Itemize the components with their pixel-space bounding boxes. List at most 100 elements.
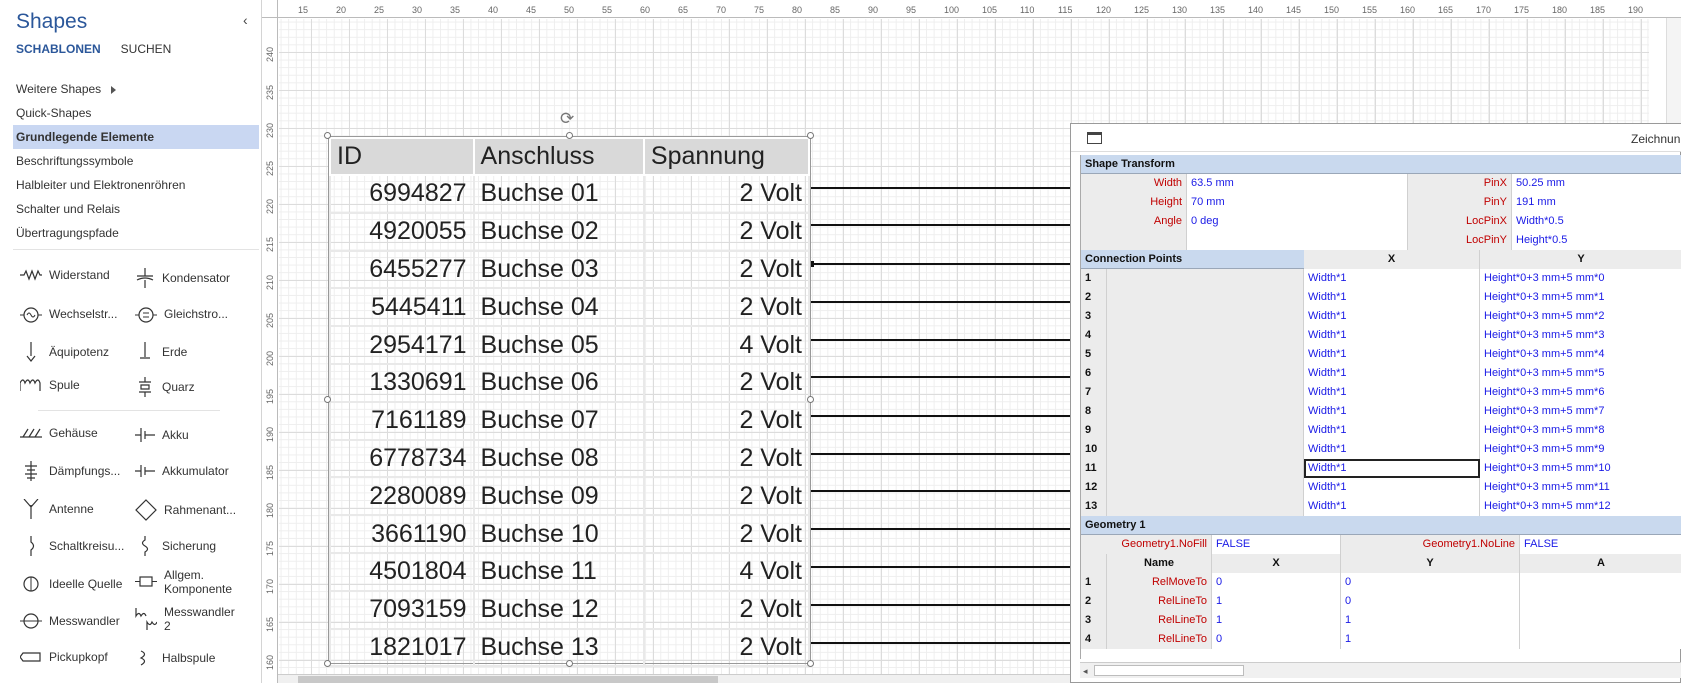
shapesheet-titlebar[interactable]: Zeichnun [1071,124,1681,152]
cell-y[interactable]: Height*0+3 mm+5 mm*3 [1480,326,1681,345]
shape-messwandler[interactable]: Messwandler [20,611,140,631]
cell-x[interactable]: Width*1 [1304,326,1480,345]
shape-kondensator[interactable]: Kondensator [135,268,255,288]
cell-x[interactable]: Width*1 [1304,269,1480,288]
cell-value[interactable]: 191 mm [1512,193,1681,212]
section-geometry-1[interactable]: Geometry 1 [1081,516,1681,535]
col-header-y: Y [1480,250,1681,269]
table-shape[interactable]: ID Anschluss Spannung 6994827 Buchse 01 2 … [328,136,811,668]
stencil-halbleiter[interactable]: Halbleiter und Elektronenröhren [13,173,259,197]
shapesheet-hscrollbar[interactable]: ◂ [1080,662,1681,678]
cell-x[interactable]: 0 [1212,573,1341,592]
cell-value[interactable]: Height*0.5 [1512,231,1681,250]
collapse-panel-icon[interactable]: ‹ [243,12,248,28]
cell-x[interactable]: Width*1 [1304,440,1480,459]
cell-value[interactable]: 50.25 mm [1512,174,1681,193]
stencil-more-shapes[interactable]: Weitere Shapes [13,77,259,101]
selection-handle[interactable] [566,132,573,139]
shape-spule[interactable]: Spule [20,377,140,393]
cell-y[interactable]: Height*0+3 mm+5 mm*1 [1480,288,1681,307]
stencil-grundlegende-elemente[interactable]: Grundlegende Elemente [13,125,259,149]
cell-x[interactable]: 1 [1212,592,1341,611]
shape-gehaeuse[interactable]: Gehäuse [20,425,140,441]
cell-y[interactable]: 1 [1341,611,1520,630]
selection-handle[interactable] [566,660,573,667]
shape-erde[interactable]: Erde [135,342,255,362]
rotate-handle-icon[interactable]: ⟳ [560,109,574,129]
cell-a[interactable] [1520,592,1681,611]
stencil-beschriftungssymbole[interactable]: Beschriftungssymbole [13,149,259,173]
cell-y[interactable]: 0 [1341,592,1520,611]
scroll-left-icon[interactable]: ◂ [1083,666,1088,677]
section-connection-points[interactable]: Connection Points X Y [1081,250,1681,269]
cell-x[interactable]: 1 [1212,611,1341,630]
selection-handle[interactable] [324,660,331,667]
cell-value[interactable]: Width*0.5 [1512,212,1681,231]
quartz-icon [139,377,151,397]
cell-y[interactable]: Height*0+3 mm+5 mm*11 [1480,478,1681,497]
stencil-uebertragungspfade[interactable]: Übertragungspfade [13,221,259,245]
cell-x[interactable]: Width*1 [1304,421,1480,440]
stencil-schalter-relais[interactable]: Schalter und Relais [13,197,259,221]
cell-a[interactable] [1520,630,1681,649]
section-shape-transform[interactable]: Shape Transform [1081,155,1681,174]
cell-y[interactable]: Height*0+3 mm+5 mm*0 [1480,269,1681,288]
cell-x[interactable]: Width*1 [1304,402,1480,421]
scrollbar-thumb[interactable] [1094,665,1244,676]
selection-handle[interactable] [807,660,814,667]
cell-y[interactable]: Height*0+3 mm+5 mm*8 [1480,421,1681,440]
cell-a[interactable] [1520,573,1681,592]
shape-antenne[interactable]: Antenne [20,499,140,519]
cell-x[interactable]: Width*1 [1304,345,1480,364]
shape-gleichstrom[interactable]: Gleichstro... [135,304,255,324]
shape-widerstand[interactable]: Widerstand [20,268,140,282]
cell-x[interactable]: Width*1 [1304,459,1480,478]
shape-akkumulator[interactable]: Akkumulator [135,461,255,481]
shape-schaltkreisunterbrecher[interactable]: Schaltkreisu... [20,536,140,556]
shape-quarz[interactable]: Quarz [135,377,255,397]
stencil-quick-shapes[interactable]: Quick-Shapes [13,101,259,125]
selection-handle[interactable] [324,396,331,403]
cell-y[interactable]: Height*0+3 mm+5 mm*6 [1480,383,1681,402]
shape-sicherung[interactable]: Sicherung [135,536,255,556]
selection-handle[interactable] [324,132,331,139]
cell-value[interactable]: 63.5 mm [1187,174,1408,193]
cell-y[interactable]: Height*0+3 mm+5 mm*4 [1480,345,1681,364]
scrollbar-thumb[interactable] [298,676,718,683]
cell-x[interactable]: 0 [1212,630,1341,649]
cell-y[interactable]: Height*0+3 mm+5 mm*2 [1480,307,1681,326]
cell-value[interactable]: 0 deg [1187,212,1408,231]
cell-y[interactable]: Height*0+3 mm+5 mm*9 [1480,440,1681,459]
cell-x[interactable]: Width*1 [1304,307,1480,326]
shape-allgemeine-komponente[interactable]: Allgem. Komponente [135,568,255,596]
cell-x[interactable]: Width*1 [1304,478,1480,497]
shape-wechselstrom[interactable]: Wechselstr... [20,304,140,324]
cell-y[interactable]: 0 [1341,573,1520,592]
cell-value[interactable] [1187,231,1408,250]
shape-rahmenantenne[interactable]: Rahmenant... [135,499,255,521]
cell-a[interactable] [1520,611,1681,630]
shape-ideelle-quelle[interactable]: Ideelle Quelle [20,574,140,594]
cell-y[interactable]: Height*0+3 mm+5 mm*12 [1480,497,1681,516]
cell-y[interactable]: Height*0+3 mm+5 mm*7 [1480,402,1681,421]
selection-handle[interactable] [807,396,814,403]
cell-value[interactable]: FALSE [1212,535,1341,554]
cell-y[interactable]: 1 [1341,630,1520,649]
shape-akku[interactable]: Akku [135,425,255,445]
cell-x[interactable]: Width*1 [1304,497,1480,516]
selection-handle[interactable] [807,132,814,139]
shape-daempfungsglied[interactable]: Dämpfungs... [20,461,140,481]
shape-aequipotenz[interactable]: Äquipotenz [20,342,140,362]
cell-value[interactable]: 70 mm [1187,193,1408,212]
tab-suchen[interactable]: SUCHEN [121,42,172,56]
cell-value[interactable]: FALSE [1520,535,1681,554]
tab-schablonen[interactable]: SCHABLONEN [16,42,101,56]
shape-messwandler-2[interactable]: Messwandler 2 [135,605,255,633]
cell-x[interactable]: Width*1 [1304,383,1480,402]
cell-x[interactable]: Width*1 [1304,288,1480,307]
cell-y[interactable]: Height*0+3 mm+5 mm*10 [1480,459,1681,478]
cell-y[interactable]: Height*0+3 mm+5 mm*5 [1480,364,1681,383]
shape-pickupkopf[interactable]: Pickupkopf [20,650,140,664]
shape-halbspule[interactable]: Halbspule [135,650,255,666]
cell-x[interactable]: Width*1 [1304,364,1480,383]
